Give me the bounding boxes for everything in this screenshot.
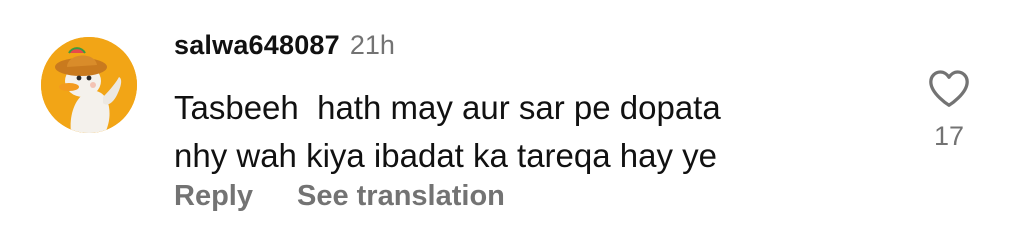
like-count: 17: [933, 121, 965, 151]
comment-text-line: nhy wah kiya ibadat ka tareqa hay ye: [174, 137, 718, 174]
comment-actions: Reply See translation: [174, 180, 505, 213]
comment-timestamp: 21h: [349, 30, 395, 60]
comment-header: salwa648087 21h: [174, 30, 395, 66]
username-link[interactable]: salwa648087: [174, 30, 340, 61]
heart-outline-icon: [929, 70, 969, 107]
comment-item: salwa648087 21h Tasbeeh hath may aur sar…: [0, 0, 1024, 242]
comment-text-line: Tasbeeh hath may aur sar pe dopata: [174, 89, 721, 126]
avatar[interactable]: [41, 37, 137, 133]
comment-text: Tasbeeh hath may aur sar pe dopata nhy w…: [174, 84, 874, 180]
see-translation-button[interactable]: See translation: [297, 180, 505, 213]
cartoon-duck-avatar-icon: [41, 37, 137, 133]
reply-button[interactable]: Reply: [174, 180, 253, 213]
like-button[interactable]: 17: [920, 68, 978, 152]
